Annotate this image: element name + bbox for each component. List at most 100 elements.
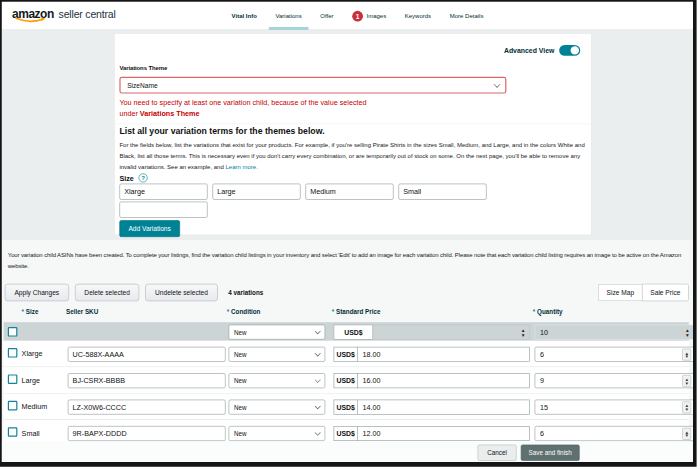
spinner-icon[interactable]: ▴▾: [682, 375, 691, 387]
variation-row-small: Small 9R-BAPX-DDDD New▾ USD$ 12.00 6▴▾: [4, 420, 689, 443]
delete-selected-button[interactable]: Delete selected: [75, 284, 140, 301]
size-term-input-3[interactable]: Medium: [305, 184, 393, 200]
amazon-seller-central-logo[interactable]: amazon seller central: [12, 7, 116, 21]
terms-heading: List all your variation terms for the th…: [119, 127, 324, 137]
standard-price-input[interactable]: 18.00: [357, 347, 530, 362]
size-terms-inputs: Xlarge Large Medium Small: [119, 184, 486, 200]
size-term-input-empty[interactable]: [119, 202, 207, 218]
condition-select[interactable]: New▾: [229, 373, 326, 388]
row-size-value: Large: [22, 376, 40, 384]
spinner-icon[interactable]: ▴▾: [682, 401, 691, 413]
product-edit-tabs: Vital Info Variations Offer 1Images Keyw…: [229, 2, 486, 30]
col-size: *Size: [22, 308, 39, 315]
seller-sku-input[interactable]: 9R-BAPX-DDDD: [68, 426, 226, 441]
spinner-icon[interactable]: ▴▾: [682, 349, 691, 361]
row-checkbox[interactable]: [8, 401, 18, 411]
asin-created-notice: Your variation child ASINs have been cre…: [8, 249, 695, 272]
quantity-input[interactable]: 9▴▾: [535, 373, 695, 388]
chevron-down-icon: [494, 81, 501, 88]
sale-price-button[interactable]: Sale Price: [642, 284, 689, 301]
row-checkbox[interactable]: [8, 427, 18, 437]
row-size-value: Xlarge: [22, 350, 43, 358]
spinner-icon[interactable]: ▴▾: [686, 328, 689, 338]
size-label: Size: [119, 174, 133, 182]
apply-to-all-row: New▾ USD$ ▴▾ 10▴▾: [4, 322, 689, 341]
advanced-view-label: Advanced View: [504, 47, 554, 54]
size-term-input-2[interactable]: Large: [212, 184, 300, 200]
seller-central-logo-text: seller central: [59, 8, 116, 21]
condition-select[interactable]: New▾: [229, 400, 326, 415]
quantity-input-all[interactable]: 10▴▾: [535, 325, 695, 340]
footer-action-bar: Cancel Save and finish: [2, 442, 693, 464]
variations-toolbar: Apply Changes Delete selected Undelete s…: [5, 284, 689, 302]
learn-more-link[interactable]: Learn more.: [225, 164, 257, 171]
currency-label: USD$: [334, 373, 358, 388]
variation-row-large: Large BJ-CSRX-BBBB New▾ USD$ 16.00 9▴▾: [4, 367, 689, 393]
app-window: amazon seller central Vital Info Variati…: [0, 0, 697, 467]
row-size-value: Small: [22, 429, 40, 437]
chevron-down-icon: ▾: [315, 350, 321, 356]
chevron-down-icon: ▾: [315, 377, 321, 383]
tab-variations[interactable]: Variations: [273, 2, 304, 30]
images-error-badge: 1: [352, 11, 363, 22]
seller-sku-input[interactable]: LZ-X0W6-CCCC: [68, 400, 226, 415]
row-size-value: Medium: [22, 403, 48, 411]
quantity-input[interactable]: 6▴▾: [535, 347, 695, 362]
table-header-row: *Size Seller SKU *Condition *Standard Pr…: [2, 308, 693, 319]
tab-images[interactable]: 1Images: [350, 2, 389, 30]
size-map-button[interactable]: Size Map: [598, 284, 642, 301]
col-condition: *Condition: [227, 308, 261, 315]
undelete-selected-button[interactable]: Undelete selected: [145, 284, 217, 301]
cancel-button[interactable]: Cancel: [478, 445, 517, 461]
standard-price-input[interactable]: 14.00: [357, 400, 530, 415]
spinner-icon[interactable]: ▴▾: [522, 328, 525, 338]
variation-count: 4 variations: [228, 289, 263, 296]
tab-offer[interactable]: Offer: [318, 2, 336, 30]
seller-sku-input[interactable]: UC-588X-AAAA: [68, 347, 226, 362]
size-term-input-4[interactable]: Small: [398, 184, 486, 200]
standard-price-input[interactable]: 12.00: [357, 426, 530, 441]
condition-select[interactable]: New▾: [229, 347, 326, 362]
condition-select-all[interactable]: New▾: [229, 325, 326, 340]
variations-theme-card: Advanced View Variations Theme SizeName …: [114, 33, 592, 235]
quantity-input[interactable]: 15▴▾: [535, 400, 695, 415]
row-checkbox[interactable]: [8, 348, 18, 358]
select-all-checkbox[interactable]: [8, 327, 18, 337]
add-variations-button[interactable]: Add Variations: [119, 220, 179, 237]
toggle-knob: [571, 46, 579, 54]
size-term-input-1[interactable]: Xlarge: [119, 184, 207, 200]
col-seller-sku: Seller SKU: [66, 308, 98, 315]
top-nav-bar: amazon seller central Vital Info Variati…: [2, 2, 693, 30]
chevron-down-icon: ▾: [315, 403, 321, 409]
tab-keywords[interactable]: Keywords: [402, 2, 433, 30]
variations-theme-select[interactable]: SizeName: [119, 77, 506, 94]
card-divider: [115, 124, 591, 125]
currency-label: USD$: [334, 347, 358, 362]
spinner-icon[interactable]: ▴▾: [682, 428, 691, 440]
terms-description: For the fields below, list the variation…: [119, 140, 588, 173]
help-icon[interactable]: ?: [139, 173, 148, 182]
variations-section-background: Advanced View Variations Theme SizeName …: [2, 30, 693, 240]
condition-select[interactable]: New▾: [229, 426, 326, 441]
price-input-all[interactable]: ▴▾: [373, 325, 530, 340]
currency-label: USD$: [334, 426, 358, 441]
standard-price-input[interactable]: 16.00: [357, 373, 530, 388]
chevron-down-icon: ▾: [315, 328, 321, 334]
variation-row-medium: Medium LZ-X0W6-CCCC New▾ USD$ 14.00 15▴▾: [4, 394, 689, 420]
variations-theme-error: You need to specify at least one variati…: [119, 97, 366, 119]
tab-more-details[interactable]: More Details: [447, 2, 485, 30]
col-standard-price: *Standard Price: [332, 308, 381, 315]
row-checkbox[interactable]: [8, 374, 18, 384]
amazon-smile-icon: [15, 17, 46, 24]
advanced-view-toggle[interactable]: [559, 45, 580, 56]
variation-children-section: Your variation child ASINs have been cre…: [2, 240, 693, 463]
currency-select-all[interactable]: USD$: [334, 325, 374, 340]
variation-row-xlarge: Xlarge UC-588X-AAAA New▾ USD$ 18.00 6▴▾: [4, 341, 689, 367]
save-and-finish-button[interactable]: Save and finish: [521, 445, 580, 461]
tab-vital-info[interactable]: Vital Info: [229, 2, 259, 30]
quantity-input[interactable]: 6▴▾: [535, 426, 695, 441]
apply-changes-button[interactable]: Apply Changes: [5, 284, 69, 301]
chevron-down-icon: ▾: [315, 430, 321, 436]
seller-sku-input[interactable]: BJ-CSRX-BBBB: [68, 373, 226, 388]
col-quantity: *Quantity: [533, 308, 563, 315]
